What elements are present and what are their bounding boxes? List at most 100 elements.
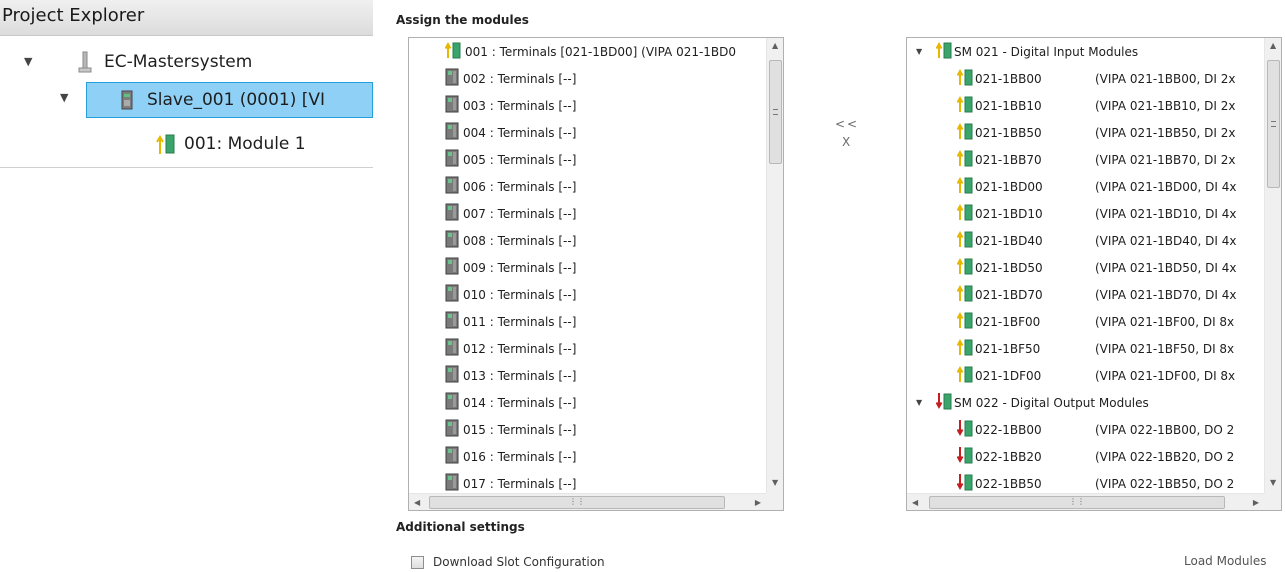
- scroll-right-icon[interactable]: ▶: [1253, 499, 1259, 507]
- catalog-item-description: (VIPA 021-1BF00, DI 8x: [1095, 314, 1235, 329]
- slot-row[interactable]: 015 : Terminals [--]: [409, 416, 576, 443]
- remove-button[interactable]: X: [842, 135, 850, 149]
- catalog-item-name: 021-1BD50: [975, 260, 1043, 275]
- scroll-left-icon[interactable]: ◀: [912, 499, 918, 507]
- expand-arrow-icon[interactable]: ▼: [916, 47, 936, 56]
- expand-arrow-icon[interactable]: ▼: [24, 55, 32, 68]
- scroll-up-icon[interactable]: ▲: [772, 42, 778, 50]
- catalog-item-row[interactable]: 021-1BF50 (VIPA 021-1BF50, DI 8x: [907, 335, 1234, 362]
- output-module-icon: [956, 419, 973, 440]
- tree-node-mastersystem[interactable]: EC-Mastersystem: [78, 44, 252, 80]
- slot-row[interactable]: 012 : Terminals [--]: [409, 335, 576, 362]
- slot-row[interactable]: 006 : Terminals [--]: [409, 173, 576, 200]
- module-catalog-list[interactable]: ▼ SM 021 - Digital Input Modules 021-1BB00…: [906, 37, 1282, 511]
- catalog-item-description: (VIPA 021-1BF50, DI 8x: [1095, 341, 1235, 356]
- empty-terminal-icon: [445, 122, 459, 143]
- empty-terminal-icon: [445, 419, 459, 440]
- catalog-item-row[interactable]: 022-1BB50 (VIPA 022-1BB50, DO 2: [907, 470, 1234, 493]
- tree-node-module[interactable]: 001: Module 1: [156, 126, 306, 162]
- catalog-item-description: (VIPA 021-1BB50, DI 2x: [1095, 125, 1236, 140]
- catalog-item-name: 022-1BB50: [975, 476, 1042, 491]
- tree-node-slave[interactable]: Slave_001 (0001) [VI: [86, 82, 373, 118]
- catalog-item-row[interactable]: 021-1BF00 (VIPA 021-1BF00, DI 8x: [907, 308, 1234, 335]
- empty-terminal-icon: [445, 257, 459, 278]
- catalog-item-row[interactable]: 021-1DF00 (VIPA 021-1DF00, DI 8x: [907, 362, 1235, 389]
- empty-terminal-icon: [445, 473, 459, 493]
- catalog-item-name: 021-1BD10: [975, 206, 1043, 221]
- input-module-icon: [956, 230, 973, 251]
- slot-row[interactable]: 001 : Terminals [021-1BD00] (VIPA 021-1B…: [409, 38, 736, 65]
- catalog-item-row[interactable]: 021-1BD40 (VIPA 021-1BD40, DI 4x: [907, 227, 1237, 254]
- slot-row[interactable]: 007 : Terminals [--]: [409, 200, 576, 227]
- slot-row[interactable]: 013 : Terminals [--]: [409, 362, 576, 389]
- slot-row[interactable]: 017 : Terminals [--]: [409, 470, 576, 493]
- slot-list-hscrollbar[interactable]: ◀ ⋮⋮ ▶: [409, 493, 766, 510]
- load-modules-button[interactable]: Load Modules: [1184, 554, 1267, 568]
- scroll-right-icon[interactable]: ▶: [755, 499, 761, 507]
- catalog-group-row[interactable]: ▼ SM 021 - Digital Input Modules: [907, 38, 1138, 65]
- catalog-list-vscrollbar[interactable]: ▲ ▼: [1264, 38, 1281, 493]
- catalog-item-name: 021-1BF50: [975, 341, 1041, 356]
- scroll-down-icon[interactable]: ▼: [1270, 479, 1276, 487]
- mastersystem-icon: [78, 51, 92, 73]
- move-left-button[interactable]: <<: [835, 117, 859, 131]
- catalog-item-row[interactable]: 021-1BD50 (VIPA 021-1BD50, DI 4x: [907, 254, 1237, 281]
- empty-terminal-icon: [445, 176, 459, 197]
- catalog-list-hscrollbar[interactable]: ◀ ⋮⋮ ▶: [907, 493, 1264, 510]
- slot-row[interactable]: 016 : Terminals [--]: [409, 443, 576, 470]
- slot-label: 009 : Terminals [--]: [463, 260, 577, 275]
- catalog-item-row[interactable]: 021-1BD00 (VIPA 021-1BD00, DI 4x: [907, 173, 1237, 200]
- catalog-item-description: (VIPA 021-1BB70, DI 2x: [1095, 152, 1236, 167]
- slot-label: 006 : Terminals [--]: [463, 179, 577, 194]
- slot-row[interactable]: 003 : Terminals [--]: [409, 92, 576, 119]
- catalog-item-description: (VIPA 021-1BD10, DI 4x: [1095, 206, 1237, 221]
- slot-row[interactable]: 011 : Terminals [--]: [409, 308, 576, 335]
- catalog-item-row[interactable]: 021-1BD70 (VIPA 021-1BD70, DI 4x: [907, 281, 1237, 308]
- download-slot-checkbox[interactable]: [411, 556, 424, 569]
- slot-list-vscrollbar[interactable]: ▲ ▼: [766, 38, 783, 493]
- scroll-thumb[interactable]: [769, 60, 782, 164]
- scroll-left-icon[interactable]: ◀: [414, 499, 420, 507]
- slot-row[interactable]: 010 : Terminals [--]: [409, 281, 576, 308]
- tree-node-label: EC-Mastersystem: [104, 52, 253, 72]
- input-module-icon: [956, 122, 973, 143]
- scroll-thumb[interactable]: [1267, 60, 1280, 188]
- tree-node-label: Slave_001 (0001) [VI: [147, 90, 326, 110]
- catalog-item-row[interactable]: 021-1BD10 (VIPA 021-1BD10, DI 4x: [907, 200, 1237, 227]
- scroll-thumb[interactable]: ⋮⋮: [429, 496, 725, 509]
- input-module-icon: [935, 41, 952, 62]
- slot-row[interactable]: 004 : Terminals [--]: [409, 119, 576, 146]
- expand-arrow-icon[interactable]: ▼: [60, 91, 68, 104]
- catalog-item-name: 021-1BB70: [975, 152, 1042, 167]
- slot-row[interactable]: 009 : Terminals [--]: [409, 254, 576, 281]
- catalog-item-row[interactable]: 021-1BB50 (VIPA 021-1BB50, DI 2x: [907, 119, 1235, 146]
- slot-row[interactable]: 008 : Terminals [--]: [409, 227, 576, 254]
- catalog-item-row[interactable]: 021-1BB00 (VIPA 021-1BB00, DI 2x: [907, 65, 1235, 92]
- catalog-item-row[interactable]: 021-1BB70 (VIPA 021-1BB70, DI 2x: [907, 146, 1235, 173]
- catalog-item-row[interactable]: 022-1BB00 (VIPA 022-1BB00, DO 2: [907, 416, 1234, 443]
- slot-label: 003 : Terminals [--]: [463, 98, 577, 113]
- expand-arrow-icon[interactable]: ▼: [916, 398, 936, 407]
- catalog-item-description: (VIPA 021-1BD50, DI 4x: [1095, 260, 1237, 275]
- catalog-list-rows: ▼ SM 021 - Digital Input Modules 021-1BB00…: [907, 38, 1264, 493]
- input-module-icon: [956, 338, 973, 359]
- slot-row[interactable]: 014 : Terminals [--]: [409, 389, 576, 416]
- catalog-item-row[interactable]: 021-1BB10 (VIPA 021-1BB10, DI 2x: [907, 92, 1235, 119]
- io-module-icon: [156, 134, 175, 154]
- empty-terminal-icon: [445, 365, 459, 386]
- scroll-thumb[interactable]: ⋮⋮: [929, 496, 1225, 509]
- catalog-item-row[interactable]: 022-1BB20 (VIPA 022-1BB20, DO 2: [907, 443, 1234, 470]
- slot-label: 016 : Terminals [--]: [463, 449, 577, 464]
- catalog-group-row[interactable]: ▼ SM 022 - Digital Output Modules: [907, 389, 1149, 416]
- slot-row[interactable]: 002 : Terminals [--]: [409, 65, 576, 92]
- scroll-up-icon[interactable]: ▲: [1270, 42, 1276, 50]
- input-module-icon: [956, 311, 973, 332]
- slot-label: 010 : Terminals [--]: [463, 287, 577, 302]
- slot-list[interactable]: 001 : Terminals [021-1BD00] (VIPA 021-1B…: [408, 37, 784, 511]
- scroll-down-icon[interactable]: ▼: [772, 479, 778, 487]
- slot-label: 011 : Terminals [--]: [463, 314, 577, 329]
- slot-label: 007 : Terminals [--]: [463, 206, 577, 221]
- slot-row[interactable]: 005 : Terminals [--]: [409, 146, 576, 173]
- slot-label: 005 : Terminals [--]: [463, 152, 577, 167]
- catalog-item-description: (VIPA 021-1DF00, DI 8x: [1095, 368, 1236, 383]
